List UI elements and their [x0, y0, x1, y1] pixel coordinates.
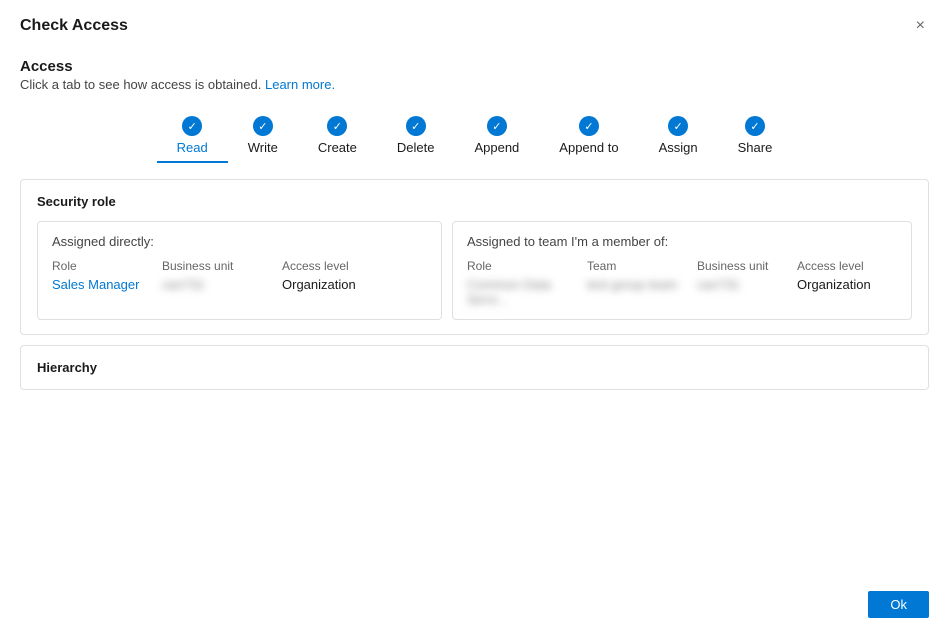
assigned-directly-label: Assigned directly:: [52, 234, 427, 249]
col-header-access: Access level: [282, 259, 382, 273]
tab-share-label: Share: [738, 140, 773, 155]
dialog-body: Access Click a tab to see how access is …: [0, 48, 949, 581]
tab-append[interactable]: ✓ Append: [454, 110, 539, 163]
role-link-manager[interactable]: Manager: [85, 277, 140, 292]
role-cell2: Common Data Servi...: [467, 277, 587, 307]
business-unit-cell: can731: [162, 277, 282, 292]
access-title: Access: [20, 58, 929, 75]
assigned-to-team-card: Assigned to team I'm a member of: Role T…: [452, 221, 912, 320]
tab-assign-label: Assign: [659, 140, 698, 155]
tab-write-label: Write: [248, 140, 278, 155]
security-role-title: Security role: [37, 194, 912, 209]
assigned-directly-card: Assigned directly: Role Business unit Ac…: [37, 221, 442, 320]
tab-read-icon: ✓: [182, 116, 202, 136]
col-header-team: Team: [587, 259, 697, 273]
tabs-container: ✓ Read ✓ Write ✓ Create ✓ Delete ✓ Appen…: [20, 110, 929, 163]
business-unit-cell2: can731: [697, 277, 797, 292]
tab-append-to[interactable]: ✓ Append to: [539, 110, 638, 163]
hierarchy-card: Hierarchy: [20, 345, 929, 390]
role-link-sales[interactable]: Sales: [52, 277, 85, 292]
tab-delete-icon: ✓: [406, 116, 426, 136]
tab-append-to-icon: ✓: [579, 116, 599, 136]
tab-assign[interactable]: ✓ Assign: [639, 110, 718, 163]
col-header-bu: Business unit: [162, 259, 282, 273]
role-cell: Sales Manager: [52, 277, 162, 292]
access-level-cell: Organization: [282, 277, 382, 292]
security-role-card: Security role Assigned directly: Role Bu…: [20, 179, 929, 335]
tab-share[interactable]: ✓ Share: [718, 110, 793, 163]
check-access-dialog: Check Access × Access Click a tab to see…: [0, 0, 949, 628]
tab-delete-label: Delete: [397, 140, 435, 155]
assigned-directly-header: Role Business unit Access level: [52, 259, 427, 273]
tab-create-icon: ✓: [327, 116, 347, 136]
access-level-cell2: Organization: [797, 277, 897, 292]
team-cell: test group team: [587, 277, 697, 292]
table-row: Sales Manager can731 Organization: [52, 277, 427, 292]
tab-share-icon: ✓: [745, 116, 765, 136]
tab-append-label: Append: [474, 140, 519, 155]
tab-read[interactable]: ✓ Read: [157, 110, 228, 163]
col-header-role2: Role: [467, 259, 587, 273]
tab-append-icon: ✓: [487, 116, 507, 136]
dialog-header: Check Access ×: [0, 0, 949, 48]
access-section: Access Click a tab to see how access is …: [20, 58, 929, 92]
close-button[interactable]: ×: [912, 14, 929, 38]
assigned-to-team-header: Role Team Business unit Access level: [467, 259, 897, 273]
tab-delete[interactable]: ✓ Delete: [377, 110, 455, 163]
inner-cards: Assigned directly: Role Business unit Ac…: [37, 221, 912, 320]
learn-more-link[interactable]: Learn more.: [265, 77, 335, 92]
tab-append-to-label: Append to: [559, 140, 618, 155]
tab-write-icon: ✓: [253, 116, 273, 136]
access-subtitle: Click a tab to see how access is obtaine…: [20, 77, 929, 92]
assigned-to-team-label: Assigned to team I'm a member of:: [467, 234, 897, 249]
tab-create-label: Create: [318, 140, 357, 155]
tab-write[interactable]: ✓ Write: [228, 110, 298, 163]
tab-read-label: Read: [177, 140, 208, 155]
dialog-footer: Ok: [0, 581, 949, 628]
col-header-access2: Access level: [797, 259, 897, 273]
col-header-role: Role: [52, 259, 162, 273]
ok-button[interactable]: Ok: [868, 591, 929, 618]
tab-assign-icon: ✓: [668, 116, 688, 136]
dialog-title: Check Access: [20, 17, 128, 35]
tab-create[interactable]: ✓ Create: [298, 110, 377, 163]
table-row: Common Data Servi... test group team can…: [467, 277, 897, 307]
col-header-bu2: Business unit: [697, 259, 797, 273]
hierarchy-title: Hierarchy: [37, 360, 912, 375]
